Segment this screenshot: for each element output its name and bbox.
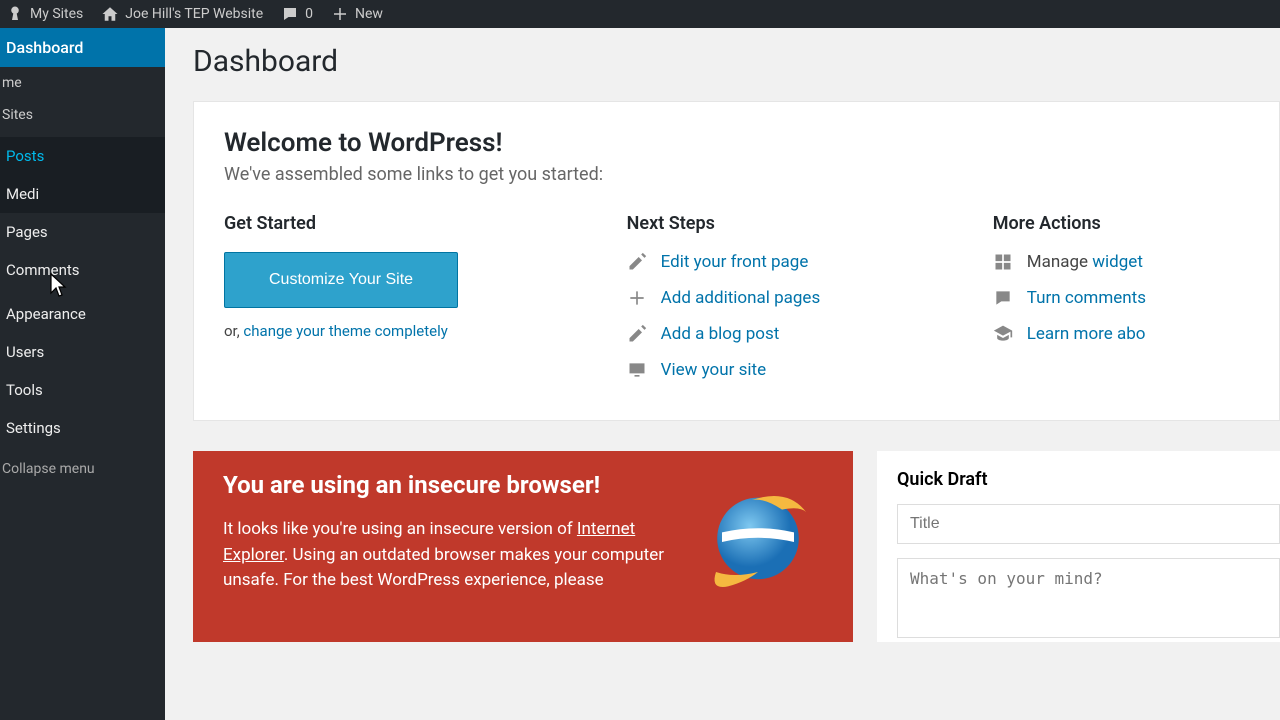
sidebar-item-tools[interactable]: Tools <box>0 371 165 409</box>
comment-off-icon <box>993 288 1013 308</box>
plus-icon <box>627 288 647 308</box>
sidebar-item-media[interactable]: Medi <box>0 175 165 213</box>
quick-draft-heading: Quick Draft <box>897 469 1280 490</box>
learn-more-link[interactable]: Learn more abo <box>993 324 1249 344</box>
edit-icon <box>627 324 647 344</box>
warning-body: It looks like you're using an insecure v… <box>223 517 673 594</box>
comments-link[interactable]: 0 <box>281 5 313 23</box>
monitor-icon <box>627 360 647 380</box>
more-actions-heading: More Actions <box>993 213 1249 234</box>
next-steps-heading: Next Steps <box>627 213 993 234</box>
welcome-subtitle: We've assembled some links to get you st… <box>224 164 1249 185</box>
manage-widgets-link[interactable]: Manage widget <box>993 252 1249 272</box>
warning-title: You are using an insecure browser! <box>223 471 673 499</box>
sidebar-item-appearance[interactable]: Appearance <box>0 295 165 333</box>
widgets-icon <box>993 252 1013 272</box>
sidebar-sub-mysites[interactable]: Sites <box>0 99 165 131</box>
edit-front-page-link[interactable]: Edit your front page <box>627 252 993 272</box>
home-icon <box>101 5 119 23</box>
comments-count: 0 <box>305 6 313 22</box>
admin-sidebar: Dashboard me Sites Posts Medi Pages Comm… <box>0 28 165 720</box>
turn-comments-link[interactable]: Turn comments <box>993 288 1249 308</box>
insecure-browser-warning: You are using an insecure browser! It lo… <box>193 451 853 642</box>
sidebar-item-pages[interactable]: Pages <box>0 213 165 251</box>
quick-draft-content-input[interactable] <box>897 558 1280 638</box>
view-site-link[interactable]: View your site <box>627 360 993 380</box>
or-change-theme: or, change your theme completely <box>224 322 627 340</box>
sidebar-item-users[interactable]: Users <box>0 333 165 371</box>
quick-draft-title-input[interactable] <box>897 504 1280 544</box>
sidebar-item-settings[interactable]: Settings <box>0 409 165 447</box>
customize-site-button[interactable]: Customize Your Site <box>224 252 458 308</box>
plus-icon <box>331 5 349 23</box>
get-started-heading: Get Started <box>224 213 627 234</box>
sidebar-item-dashboard[interactable]: Dashboard <box>0 28 165 67</box>
my-sites-label: My Sites <box>30 6 83 22</box>
site-name-link[interactable]: Joe Hill's TEP Website <box>101 5 263 23</box>
welcome-panel: Welcome to WordPress! We've assembled so… <box>193 101 1280 421</box>
sidebar-sub-home[interactable]: me <box>0 67 165 99</box>
my-sites-link[interactable]: My Sites <box>6 5 83 23</box>
sidebar-item-comments[interactable]: Comments <box>0 251 165 289</box>
site-name-label: Joe Hill's TEP Website <box>125 6 263 22</box>
welcome-title: Welcome to WordPress! <box>224 128 1249 158</box>
new-link[interactable]: New <box>331 5 383 23</box>
quick-draft-panel: Quick Draft <box>877 451 1280 642</box>
change-theme-link[interactable]: change your theme completely <box>243 322 447 340</box>
admin-topbar: My Sites Joe Hill's TEP Website 0 New <box>0 0 1280 28</box>
ie-logo-icon <box>693 471 823 601</box>
network-icon <box>6 5 24 23</box>
new-label: New <box>355 6 383 22</box>
collapse-menu[interactable]: Collapse menu <box>0 447 165 489</box>
page-title: Dashboard <box>193 44 1280 79</box>
comment-icon <box>281 5 299 23</box>
sidebar-item-posts[interactable]: Posts <box>0 137 165 175</box>
edit-icon <box>627 252 647 272</box>
add-pages-link[interactable]: Add additional pages <box>627 288 993 308</box>
graduation-icon <box>993 324 1013 344</box>
add-blog-post-link[interactable]: Add a blog post <box>627 324 993 344</box>
content-area: Dashboard Welcome to WordPress! We've as… <box>165 28 1280 720</box>
